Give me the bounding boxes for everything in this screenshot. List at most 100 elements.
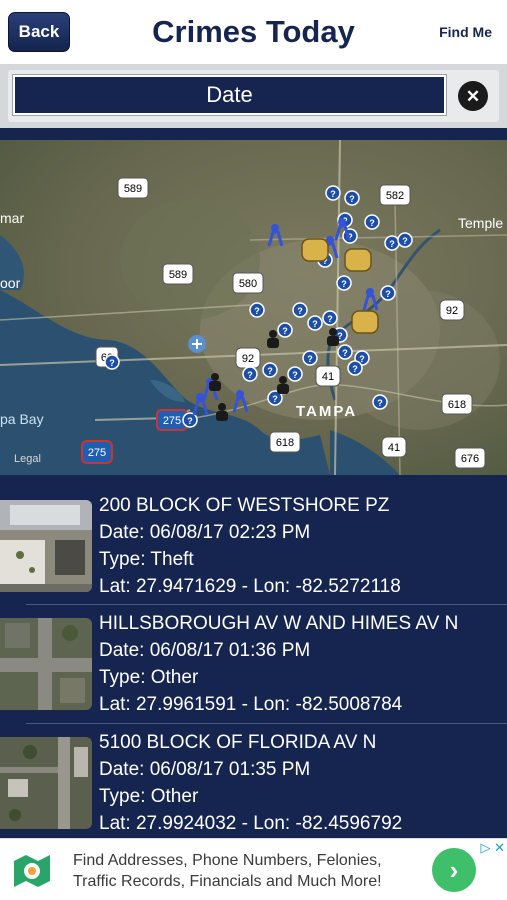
city-label: TAMPA — [296, 403, 357, 420]
crime-pin-icon[interactable]: ? — [347, 360, 363, 376]
svg-text:275: 275 — [163, 415, 181, 427]
crime-list[interactable]: 200 BLOCK OF WESTSHORE PZ Date: 06/08/17… — [0, 475, 507, 838]
crime-details: 5100 BLOCK OF FLORIDA AV N Date: 06/08/1… — [99, 729, 402, 837]
svg-text:618: 618 — [276, 437, 294, 449]
crime-date: Date: 06/08/17 01:36 PM — [99, 640, 311, 661]
svg-text:?: ? — [402, 236, 408, 246]
crime-type: Type: Theft — [99, 549, 194, 570]
find-me-button[interactable]: Find Me — [439, 24, 492, 40]
route-shield-41: 41 — [381, 436, 407, 458]
urban-area — [120, 200, 260, 320]
svg-text:?: ? — [377, 398, 383, 408]
svg-text:?: ? — [267, 366, 273, 376]
satellite-thumbnail — [0, 500, 92, 592]
crime-pin-icon[interactable]: ? — [302, 350, 318, 366]
svg-text:?: ? — [109, 358, 115, 368]
crime-pin-icon[interactable]: ? — [307, 315, 323, 331]
crime-details: 200 BLOCK OF WESTSHORE PZ Date: 06/08/17… — [99, 492, 401, 600]
crime-type: Type: Other — [99, 667, 199, 688]
ad-choices-icon[interactable]: ▷ ✕ — [480, 841, 505, 854]
svg-text:?: ? — [352, 364, 358, 374]
crime-pin-icon[interactable]: ? — [249, 302, 265, 318]
date-filter-field[interactable]: Date — [12, 74, 447, 116]
crime-pin-icon[interactable]: ? — [384, 235, 400, 251]
map-top-border — [0, 128, 507, 140]
svg-text:582: 582 — [386, 190, 404, 202]
crime-pin-icon[interactable]: ? — [287, 366, 303, 382]
svg-text:589: 589 — [124, 183, 142, 195]
assault-marker-icon[interactable] — [351, 310, 379, 334]
crime-pin-icon[interactable]: ? — [277, 322, 293, 338]
crime-location-thumbnail — [0, 618, 92, 710]
svg-text:?: ? — [385, 289, 391, 299]
crime-row[interactable]: 5100 BLOCK OF FLORIDA AV N Date: 06/08/1… — [0, 713, 507, 834]
svg-text:?: ? — [342, 348, 348, 358]
crime-pin-icon[interactable]: ? — [325, 185, 341, 201]
svg-text:?: ? — [297, 306, 303, 316]
svg-text:589: 589 — [169, 269, 187, 281]
crime-details: HILLSBOROUGH AV W AND HIMES AV N Date: 0… — [99, 610, 458, 718]
svg-text:580: 580 — [239, 278, 257, 290]
crime-pin-icon[interactable]: ? — [242, 366, 258, 382]
route-shield-676: 676 — [454, 447, 486, 469]
crime-pin-icon[interactable]: ? — [292, 302, 308, 318]
crime-type: Type: Other — [99, 786, 199, 807]
page-title: Crimes Today — [152, 14, 355, 49]
crime-pin-icon[interactable]: ? — [337, 344, 353, 360]
svg-text:?: ? — [389, 239, 395, 249]
svg-text:92: 92 — [242, 353, 254, 365]
svg-text:?: ? — [187, 416, 193, 426]
back-button[interactable]: Back — [8, 12, 70, 52]
route-shield-92: 92 — [439, 299, 465, 321]
crime-pin-icon[interactable]: ? — [397, 232, 413, 248]
crime-pin-icon[interactable]: ? — [262, 362, 278, 378]
place-label-mar: mar — [0, 210, 24, 226]
svg-text:275: 275 — [88, 447, 106, 459]
svg-text:?: ? — [282, 326, 288, 336]
crime-location-thumbnail — [0, 500, 92, 592]
crime-address: 5100 BLOCK OF FLORIDA AV N — [99, 732, 377, 753]
svg-text:?: ? — [327, 314, 333, 324]
svg-text:?: ? — [254, 306, 260, 316]
assault-marker-icon[interactable] — [301, 238, 329, 262]
svg-text:?: ? — [369, 218, 375, 228]
ad-banner[interactable]: Find Addresses, Phone Numbers, Felonies,… — [0, 838, 507, 900]
crime-pin-icon[interactable]: ? — [104, 354, 120, 370]
svg-text:?: ? — [307, 354, 313, 364]
route-shield-275: 275 — [81, 440, 113, 464]
map-legal-link[interactable]: Legal — [14, 453, 41, 465]
svg-text:?: ? — [349, 194, 355, 204]
crime-pin-icon[interactable]: ? — [380, 285, 396, 301]
svg-text:?: ? — [312, 319, 318, 329]
ad-line-2: Traffic Records, Financials and Much Mor… — [73, 873, 382, 890]
crime-pin-icon[interactable]: ? — [344, 190, 360, 206]
route-shield-589: 589 — [162, 263, 194, 285]
close-circle-icon[interactable]: ✕ — [458, 81, 488, 111]
crime-pin-icon[interactable]: ? — [336, 275, 352, 291]
crime-pin-icon[interactable]: ? — [372, 394, 388, 410]
svg-text:618: 618 — [448, 399, 466, 411]
svg-text:92: 92 — [446, 305, 458, 317]
route-shield-618: 618 — [269, 431, 301, 453]
ad-text[interactable]: Find Addresses, Phone Numbers, Felonies,… — [73, 850, 382, 892]
crime-pin-icon[interactable]: ? — [364, 214, 380, 230]
map-canvas[interactable]: 589 582 589 580 92 92 60 41 — [0, 140, 507, 475]
svg-text:?: ? — [272, 394, 278, 404]
svg-text:?: ? — [247, 370, 253, 380]
crime-pin-icon[interactable]: ? — [322, 310, 338, 326]
place-label-temple: Temple — [458, 215, 503, 231]
crime-location-thumbnail — [0, 737, 92, 829]
route-shield-41: 41 — [315, 365, 341, 387]
crime-row[interactable]: 200 BLOCK OF WESTSHORE PZ Date: 06/08/17… — [0, 475, 507, 597]
crime-date: Date: 06/08/17 01:35 PM — [99, 759, 311, 780]
crime-row[interactable]: HILLSBOROUGH AV W AND HIMES AV N Date: 0… — [0, 594, 507, 715]
ad-go-arrow-icon[interactable]: › — [432, 848, 476, 892]
route-shield-580: 580 — [232, 272, 264, 294]
crime-address: 200 BLOCK OF WESTSHORE PZ — [99, 495, 390, 516]
ad-logo-icon — [12, 851, 52, 891]
assault-marker-icon[interactable] — [344, 248, 372, 272]
place-label-oor: oor — [0, 275, 21, 291]
crime-map[interactable]: 589 582 589 580 92 92 60 41 — [0, 140, 507, 475]
airport-icon — [188, 335, 206, 353]
crime-address: HILLSBOROUGH AV W AND HIMES AV N — [99, 613, 459, 634]
